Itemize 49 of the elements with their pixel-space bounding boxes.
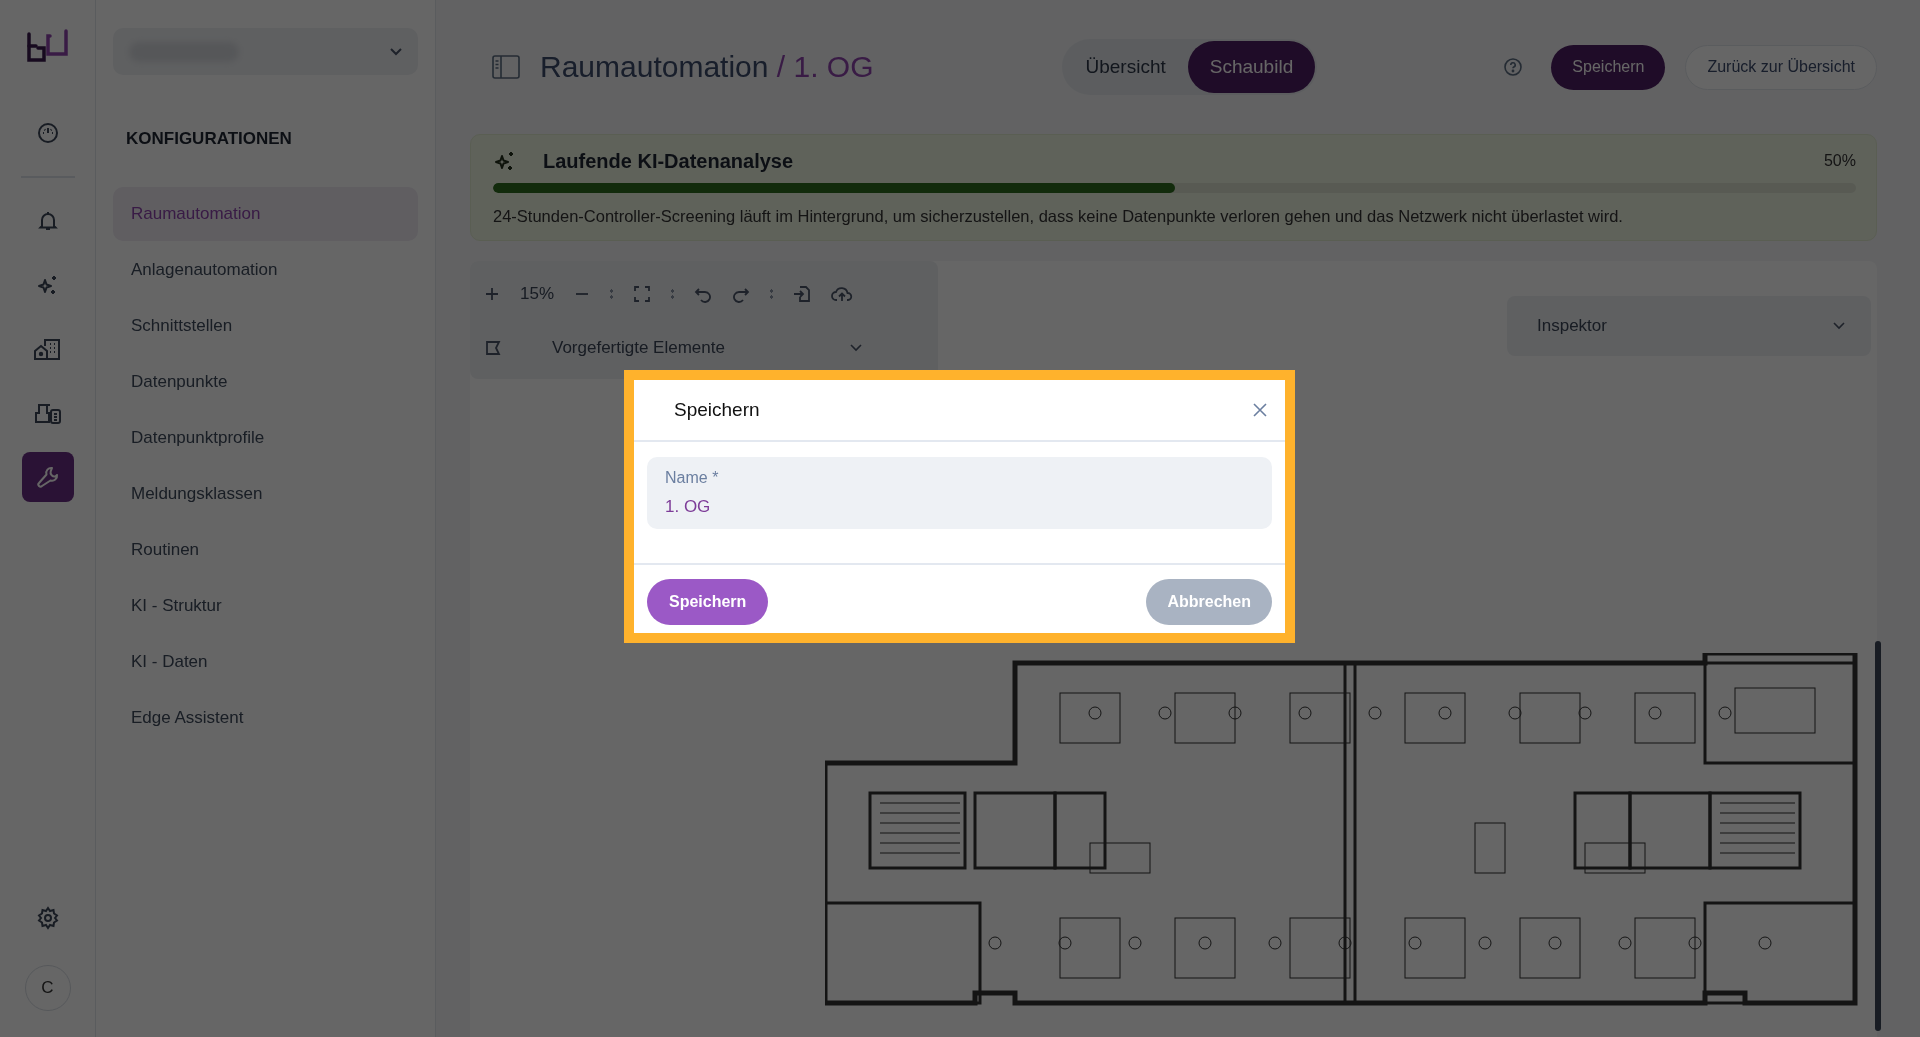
sidebar-toggle-icon[interactable] bbox=[492, 55, 520, 79]
inspector-dropdown[interactable]: Inspektor bbox=[1507, 296, 1871, 356]
sidebar-item[interactable]: Datenpunkte bbox=[113, 355, 418, 409]
name-input[interactable]: 1. OG bbox=[665, 497, 1254, 517]
cancel-button[interactable]: Abbrechen bbox=[1146, 579, 1272, 625]
dialog-title: Speichern bbox=[674, 399, 760, 421]
view-tab[interactable]: Übersicht bbox=[1063, 41, 1188, 93]
elements-dropdown[interactable]: Vorgefertigte Elemente bbox=[552, 338, 862, 358]
zoom-in-icon[interactable] bbox=[484, 286, 500, 302]
sidebar-item[interactable]: KI - Struktur bbox=[113, 579, 418, 633]
page-title: Raumautomation / 1. OG bbox=[540, 50, 874, 84]
logo-icon bbox=[25, 28, 70, 64]
fit-screen-icon[interactable] bbox=[633, 285, 652, 303]
device-icon bbox=[32, 401, 63, 425]
chevron-down-icon bbox=[390, 47, 402, 56]
redo-icon[interactable] bbox=[732, 285, 751, 303]
undo-icon[interactable] bbox=[694, 285, 713, 303]
chevron-down-icon bbox=[850, 344, 862, 352]
shape-icon[interactable] bbox=[484, 339, 502, 357]
sidebar-item[interactable]: Anlagenautomation bbox=[113, 243, 418, 297]
sidebar-item[interactable]: Datenpunktprofile bbox=[113, 411, 418, 465]
sidebar-item[interactable]: Schnittstellen bbox=[113, 299, 418, 353]
gauge-icon bbox=[35, 121, 60, 145]
close-icon[interactable] bbox=[1253, 403, 1267, 417]
sidebar-item[interactable]: Meldungsklassen bbox=[113, 467, 418, 521]
back-button[interactable]: Zurück zur Übersicht bbox=[1685, 44, 1877, 90]
wrench-icon bbox=[35, 465, 60, 489]
confirm-button[interactable]: Speichern bbox=[647, 579, 769, 625]
field-label: Name * bbox=[665, 469, 720, 487]
view-tab[interactable]: Schaubild bbox=[1187, 41, 1316, 93]
sidebar-item[interactable]: Edge Assistent bbox=[113, 691, 418, 745]
bell-icon bbox=[35, 209, 60, 233]
buildings-icon bbox=[32, 337, 63, 361]
help-icon[interactable] bbox=[1503, 57, 1524, 77]
banner-description: 24-Stunden-Controller-Screening läuft im Hintergrund, um sicherzustellen, dass keine Datenpunkte verloren gehen und das Netzwerk nicht überlastet wird. bbox=[493, 207, 1624, 226]
name-field[interactable]: Name * 1. OG bbox=[647, 457, 1272, 529]
cloud-upload-icon[interactable] bbox=[831, 285, 854, 303]
save-button[interactable]: Speichern bbox=[1551, 44, 1666, 90]
sidebar-item[interactable]: KI - Daten bbox=[113, 635, 418, 689]
section-heading: KONFIGURATIONEN bbox=[126, 129, 293, 149]
banner-title: Laufende KI-Datenanalyse bbox=[543, 149, 794, 173]
settings-icon bbox=[35, 906, 60, 930]
import-icon[interactable] bbox=[793, 285, 812, 303]
sidebar-item[interactable]: Raumautomation bbox=[113, 187, 418, 241]
chevron-down-icon bbox=[1833, 322, 1845, 330]
zoom-level: 15% bbox=[520, 284, 555, 304]
progress-reading: 50% bbox=[1823, 152, 1856, 170]
nav-tools-button[interactable] bbox=[21, 452, 74, 502]
sidebar-item[interactable]: Routinen bbox=[113, 523, 418, 577]
